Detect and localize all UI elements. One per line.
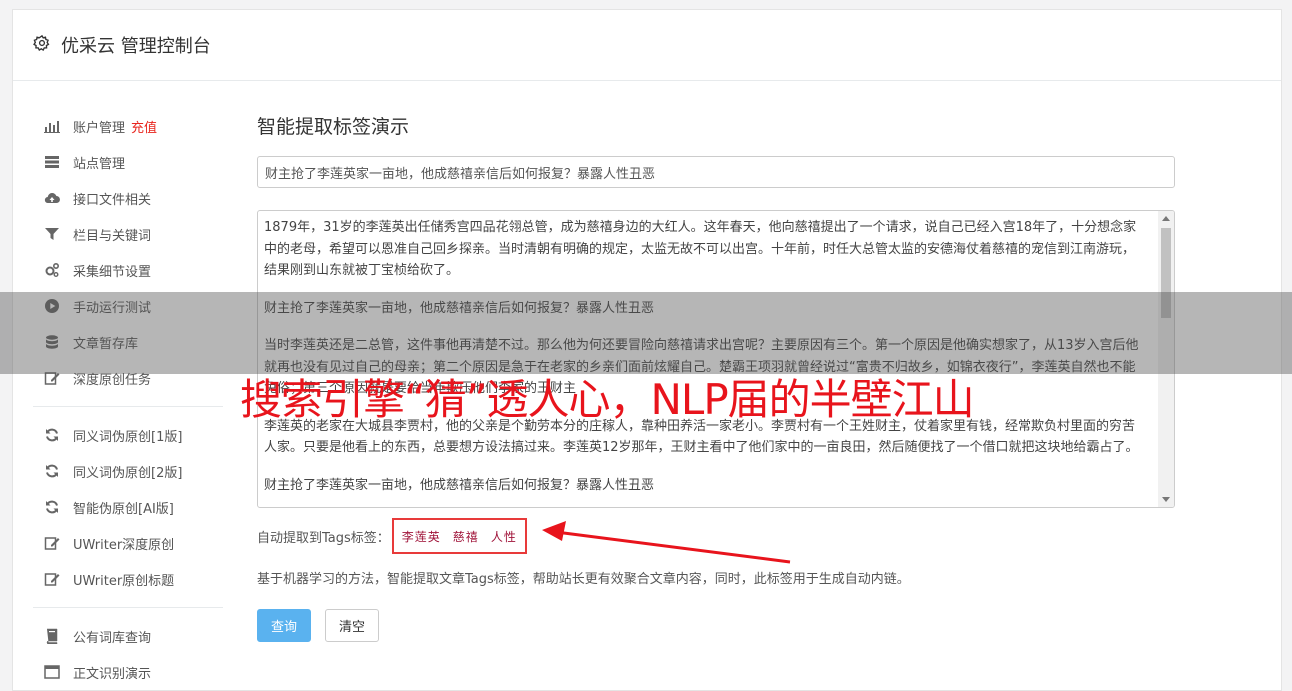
annotation-arrow xyxy=(542,521,791,564)
window-icon xyxy=(43,664,61,680)
arrow-head-icon xyxy=(542,521,566,541)
arrow-line xyxy=(555,530,791,564)
